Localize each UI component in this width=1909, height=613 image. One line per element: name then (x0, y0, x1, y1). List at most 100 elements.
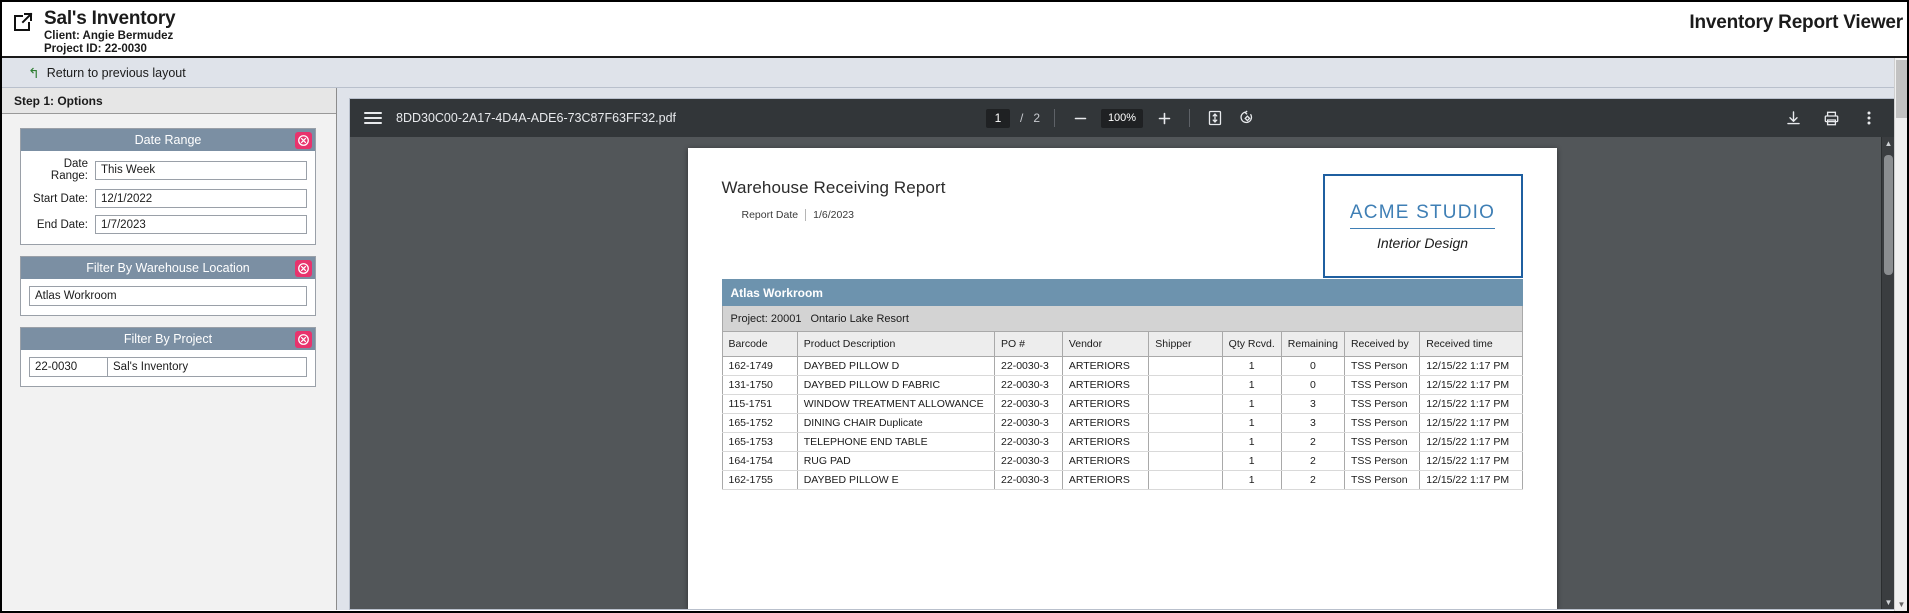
client-name: Client: Angie Bermudez (44, 30, 174, 42)
table-body: 162-1749 DAYBED PILLOW D 22-0030-3 ARTER… (721, 356, 1523, 490)
report-date-label: Report Date (741, 209, 799, 221)
main-body: Step 1: Options Date Range Date Range: T… (2, 88, 1907, 610)
cell-description: DAYBED PILLOW D FABRIC (796, 375, 996, 395)
back-arrow-icon: ↰ (28, 64, 40, 81)
total-pages: 2 (1033, 111, 1041, 125)
th-qty-received: Qty Rcvd. (1221, 331, 1282, 357)
cell-barcode: 165-1753 (721, 432, 798, 452)
cell-barcode: 115-1751 (721, 394, 798, 414)
cell-po: 22-0030-3 (994, 356, 1063, 376)
window-scrollbar-thumb[interactable] (1896, 60, 1907, 118)
print-icon[interactable] (1820, 107, 1842, 129)
company-logo: ACME STUDIO Interior Design (1322, 174, 1523, 278)
cell-shipper (1148, 356, 1223, 376)
return-link-label: Return to previous layout (46, 65, 186, 80)
pdf-page-stage[interactable]: Warehouse Receiving Report Report Date 1… (350, 137, 1894, 609)
cell-barcode: 162-1755 (721, 470, 798, 490)
filter-by-project-card-body: 22-0030 Sal's Inventory (21, 350, 315, 386)
th-vendor: Vendor (1061, 331, 1150, 357)
plus-icon[interactable] (1153, 107, 1175, 129)
cell-qty: 1 (1221, 451, 1282, 471)
scroll-down-arrow-icon[interactable]: ▼ (1882, 596, 1894, 609)
cell-received-time: 12/15/22 1:17 PM (1419, 451, 1523, 471)
warehouse-location-card-title: Filter By Warehouse Location (86, 261, 250, 275)
cell-remaining: 3 (1280, 413, 1345, 433)
date-range-label: Date Range: (50, 158, 88, 182)
receiving-table: Barcode Product Description PO # Vendor … (721, 331, 1523, 490)
date-range-input[interactable]: This Week (95, 160, 307, 180)
remove-circle-icon[interactable] (295, 331, 312, 348)
project-code-input[interactable]: 22-0030 (29, 357, 107, 377)
viewer-title: Inventory Report Viewer (1689, 12, 1903, 33)
toolbar-divider (1189, 109, 1191, 127)
window-vertical-scrollbar[interactable]: ▼ (1894, 58, 1907, 611)
hamburger-menu-icon[interactable] (364, 109, 382, 127)
date-range-field-row: Date Range: This Week (29, 158, 307, 182)
project-number: Project: 20001 (730, 312, 802, 325)
date-range-card-body: Date Range: This Week Start Date: 12/1/2… (21, 151, 315, 244)
cell-shipper (1148, 413, 1223, 433)
remove-circle-icon[interactable] (295, 132, 312, 149)
cell-received-time: 12/15/22 1:17 PM (1419, 432, 1523, 452)
external-link-icon[interactable] (12, 11, 34, 33)
cell-remaining: 0 (1280, 356, 1345, 376)
cell-remaining: 2 (1280, 470, 1345, 490)
minus-icon[interactable] (1069, 107, 1091, 129)
download-icon[interactable] (1782, 107, 1804, 129)
end-date-input[interactable]: 1/7/2023 (95, 215, 307, 234)
cell-qty: 1 (1221, 413, 1282, 433)
end-date-field-row: End Date: 1/7/2023 (29, 215, 307, 234)
title-block: Sal's Inventory Client: Angie Bermudez P… (44, 8, 176, 56)
cell-received-time: 12/15/22 1:17 PM (1419, 375, 1523, 395)
return-to-previous-layout-link[interactable]: ↰ Return to previous layout (28, 66, 186, 80)
table-row: 131-1750 DAYBED PILLOW D FABRIC 22-0030-… (721, 375, 1523, 395)
cell-vendor: ARTERIORS (1061, 394, 1150, 414)
cell-qty: 1 (1221, 375, 1282, 395)
options-panel: Step 1: Options Date Range Date Range: T… (2, 88, 337, 610)
filter-by-project-card-header: Filter By Project (21, 328, 315, 350)
return-bar: ↰ Return to previous layout (2, 58, 1907, 88)
cell-received-by: TSS Person (1343, 413, 1421, 433)
cell-received-by: TSS Person (1343, 470, 1421, 490)
zoom-level-input[interactable]: 100% (1101, 108, 1144, 128)
scroll-up-arrow-icon[interactable]: ▲ (1882, 137, 1894, 150)
start-date-label: Start Date: (33, 192, 88, 205)
cell-vendor: ARTERIORS (1061, 356, 1150, 376)
cell-description: DAYBED PILLOW D (796, 356, 996, 376)
start-date-input[interactable]: 12/1/2022 (95, 189, 307, 208)
cell-description: RUG PAD (796, 451, 996, 471)
project-name-input[interactable]: Sal's Inventory (107, 357, 307, 377)
logo-company-name: ACME STUDIO (1349, 202, 1496, 229)
fit-to-page-icon[interactable] (1204, 107, 1226, 129)
cell-description: DINING CHAIR Duplicate (796, 413, 996, 433)
warehouse-location-input[interactable]: Atlas Workroom (29, 286, 307, 306)
cell-shipper (1148, 432, 1223, 452)
pdf-scrollbar-thumb[interactable] (1884, 155, 1893, 275)
th-po-number: PO # (994, 331, 1063, 357)
cell-shipper (1148, 394, 1223, 414)
cell-po: 22-0030-3 (994, 432, 1063, 452)
th-received-by: Received by (1343, 331, 1421, 357)
cell-description: WINDOW TREATMENT ALLOWANCE (796, 394, 996, 414)
cell-vendor: ARTERIORS (1061, 451, 1150, 471)
filter-by-project-card: Filter By Project 22-0030 Sal's Inventor… (20, 327, 316, 387)
report-date-value: 1/6/2023 (813, 209, 854, 221)
remove-circle-icon[interactable] (295, 260, 312, 277)
current-page-input[interactable]: 1 (985, 108, 1010, 128)
scroll-down-arrow-icon[interactable]: ▼ (1895, 598, 1907, 611)
project-id: Project ID: 22-0030 (44, 43, 147, 55)
cell-received-time: 12/15/22 1:17 PM (1419, 394, 1523, 414)
cell-barcode: 162-1749 (721, 356, 798, 376)
page-title: Sal's Inventory (44, 8, 176, 29)
step-header: Step 1: Options (2, 88, 336, 114)
more-vertical-icon[interactable] (1858, 107, 1880, 129)
pdf-toolbar-left: 8DD30C00-2A17-4D4A-ADE6-73C87F63FF32.pdf (364, 109, 676, 127)
rotate-icon[interactable] (1236, 107, 1258, 129)
table-row: 115-1751 WINDOW TREATMENT ALLOWANCE 22-0… (721, 394, 1523, 414)
project-row: Project: 20001 Ontario Lake Resort (721, 306, 1523, 331)
th-remaining: Remaining (1280, 331, 1345, 357)
cell-po: 22-0030-3 (994, 413, 1063, 433)
pdf-vertical-scrollbar[interactable]: ▲ ▼ (1881, 137, 1894, 609)
pdf-toolbar: 8DD30C00-2A17-4D4A-ADE6-73C87F63FF32.pdf… (350, 99, 1894, 137)
cell-vendor: ARTERIORS (1061, 413, 1150, 433)
